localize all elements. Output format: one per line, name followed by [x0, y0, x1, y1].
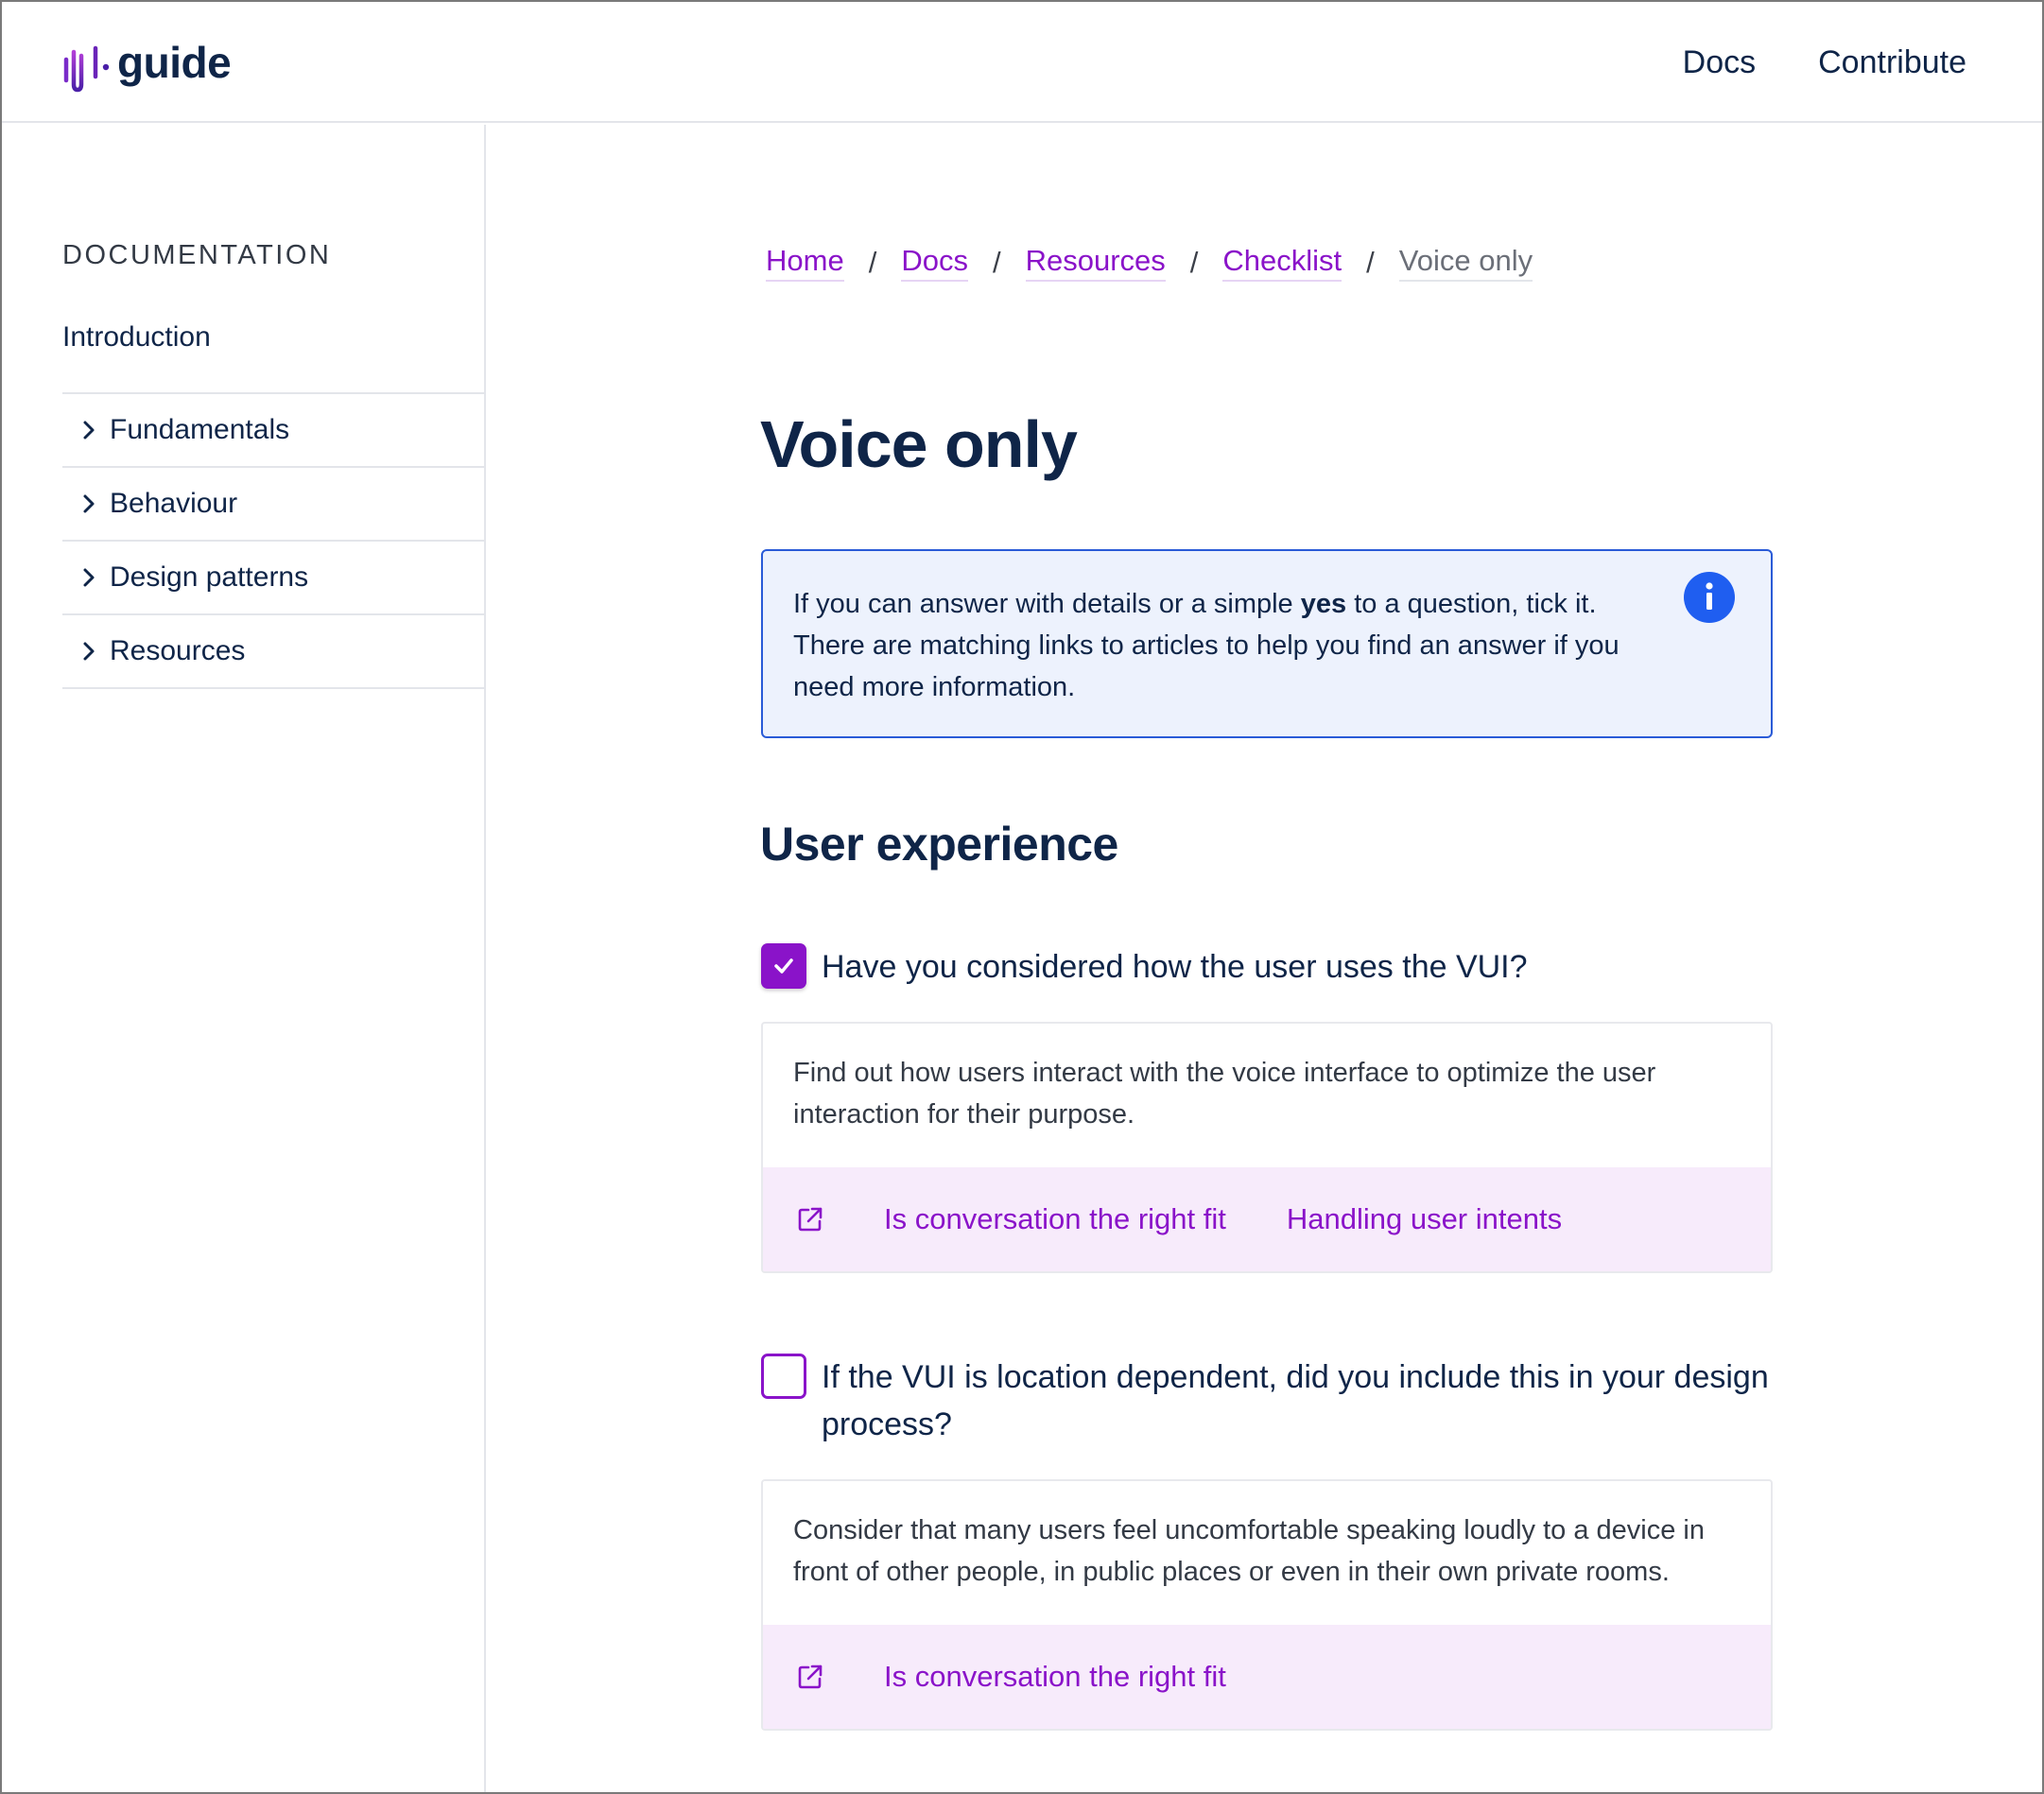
sidebar-item-resources[interactable]: Resources	[62, 615, 486, 689]
sidebar-item-label: Behaviour	[110, 488, 238, 519]
info-callout: If you can answer with details or a simp…	[761, 549, 1773, 738]
breadcrumb-resources-link[interactable]: Resources	[1025, 244, 1166, 282]
docs-sidebar: DOCUMENTATION Introduction Fundamentals …	[2, 125, 486, 1792]
checklist-item: Have you considered how the user uses th…	[761, 943, 1782, 991]
chevron-right-icon	[81, 493, 96, 514]
article-link[interactable]: Is conversation the right fit	[884, 1202, 1226, 1236]
external-link-icon	[797, 1664, 823, 1690]
sidebar-item-behaviour[interactable]: Behaviour	[62, 468, 486, 542]
breadcrumb-separator: /	[1189, 246, 1199, 279]
breadcrumb-separator: /	[992, 246, 1001, 279]
breadcrumb-separator: /	[868, 246, 877, 279]
breadcrumb-current: Voice only	[1398, 244, 1533, 282]
chevron-right-icon	[81, 420, 96, 440]
breadcrumb: Home / Docs / Resources / Checklist / Vo…	[766, 244, 1533, 282]
site-logo[interactable]: guide	[62, 30, 232, 95]
info-text: If you can answer with details or a simp…	[793, 583, 1648, 708]
checkmark-icon	[774, 958, 793, 974]
article-link[interactable]: Handling user intents	[1287, 1202, 1562, 1236]
site-header: guide Docs Contribute	[2, 2, 2042, 123]
breadcrumb-docs-link[interactable]: Docs	[901, 244, 968, 282]
checklist-card: Consider that many users feel uncomforta…	[761, 1479, 1773, 1731]
chevron-right-icon	[81, 567, 96, 588]
card-links: Is conversation the right fit Handling u…	[763, 1167, 1771, 1271]
checklist-card: Find out how users interact with the voi…	[761, 1022, 1773, 1273]
chevron-right-icon	[81, 641, 96, 662]
sidebar-item-label: Resources	[110, 635, 246, 666]
sidebar-list: Fundamentals Behaviour Design patterns R…	[62, 392, 486, 689]
info-text-part: If you can answer with details or a simp…	[793, 589, 1301, 619]
info-icon	[1684, 572, 1735, 623]
nav-contribute-link[interactable]: Contribute	[1818, 40, 1966, 85]
sidebar-heading: DOCUMENTATION	[62, 240, 332, 270]
external-link-icon	[797, 1206, 823, 1233]
info-text-bold: yes	[1300, 589, 1347, 619]
top-nav: Docs Contribute	[1683, 40, 1966, 85]
checklist-question[interactable]: If the VUI is location dependent, did yo…	[822, 1354, 1782, 1448]
card-description: Consider that many users feel uncomforta…	[793, 1515, 1705, 1587]
sidebar-item-label: Fundamentals	[110, 414, 290, 445]
sidebar-item-fundamentals[interactable]: Fundamentals	[62, 394, 486, 468]
sidebar-item-label: Design patterns	[110, 561, 309, 593]
page-title: Voice only	[760, 407, 1078, 481]
breadcrumb-home-link[interactable]: Home	[766, 244, 844, 282]
sidebar-item-design-patterns[interactable]: Design patterns	[62, 542, 486, 615]
sidebar-item-introduction[interactable]: Introduction	[62, 321, 211, 354]
card-links: Is conversation the right fit	[763, 1625, 1771, 1729]
checklist-item: If the VUI is location dependent, did yo…	[761, 1354, 1782, 1448]
logo-text: guide	[117, 38, 232, 87]
main-content: Home / Docs / Resources / Checklist / Vo…	[488, 125, 2042, 1792]
breadcrumb-checklist-link[interactable]: Checklist	[1222, 244, 1342, 282]
article-link[interactable]: Is conversation the right fit	[884, 1660, 1226, 1694]
checkbox-checked[interactable]	[761, 943, 806, 989]
browser-frame: guide Docs Contribute DOCUMENTATION Intr…	[0, 0, 2044, 1794]
checklist-question[interactable]: Have you considered how the user uses th…	[822, 943, 1528, 991]
checkbox-unchecked[interactable]	[761, 1354, 806, 1399]
breadcrumb-separator: /	[1366, 246, 1375, 279]
section-title: User experience	[760, 818, 1118, 871]
nav-docs-link[interactable]: Docs	[1683, 40, 1756, 85]
waveform-logo-icon	[63, 34, 110, 93]
card-description: Find out how users interact with the voi…	[793, 1058, 1656, 1130]
